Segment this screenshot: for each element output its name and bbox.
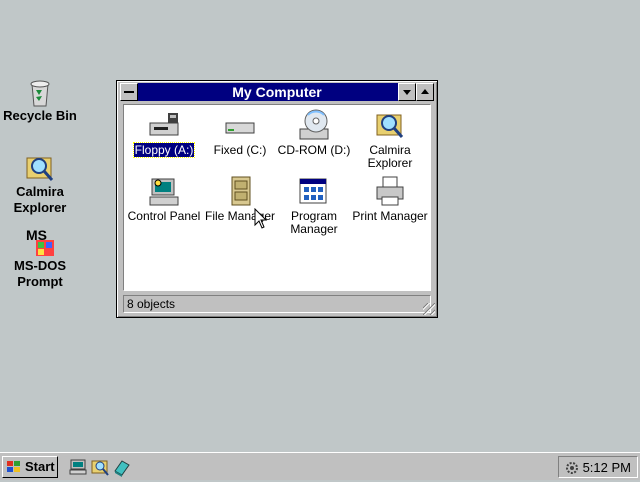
window-titlebar[interactable]: My Computer bbox=[120, 83, 434, 101]
item-label: Program Manager bbox=[290, 209, 338, 236]
my-computer-window[interactable]: My Computer Floppy (A:) Fixed (C:) CD-RO… bbox=[116, 80, 438, 318]
status-bar: 8 objects bbox=[123, 295, 431, 313]
desktop-icon-ms-dos-prompt[interactable]: MS MS-DOS Prompt bbox=[0, 226, 80, 290]
window-content[interactable]: Floppy (A:) Fixed (C:) CD-ROM (D:) Calmi… bbox=[123, 104, 431, 291]
print-manager-icon bbox=[374, 175, 406, 207]
item-program-manager[interactable]: Program Manager bbox=[274, 175, 354, 236]
system-tray: 5:12 PM bbox=[558, 456, 638, 478]
item-fixed-drive[interactable]: Fixed (C:) bbox=[200, 109, 280, 157]
recycle-bin-icon bbox=[24, 76, 56, 108]
item-print-manager[interactable]: Print Manager bbox=[350, 175, 430, 223]
item-control-panel[interactable]: Control Panel bbox=[124, 175, 204, 223]
control-panel-icon bbox=[148, 175, 180, 207]
item-label: Fixed (C:) bbox=[213, 143, 267, 157]
item-calmira-explorer[interactable]: Calmira Explorer bbox=[350, 109, 430, 170]
window-title: My Computer bbox=[232, 84, 322, 100]
hard-drive-icon bbox=[224, 109, 256, 141]
resize-grip[interactable] bbox=[423, 303, 435, 315]
windows-logo-icon bbox=[7, 461, 20, 472]
mouse-cursor-icon bbox=[254, 207, 268, 230]
calmira-explorer-icon bbox=[24, 152, 56, 184]
quicklaunch-help-icon[interactable] bbox=[112, 457, 132, 477]
item-label: CD-ROM (D:) bbox=[277, 143, 351, 157]
floppy-drive-icon bbox=[148, 109, 180, 141]
status-text: 8 objects bbox=[127, 297, 176, 311]
taskbar: Start 5:12 PM bbox=[0, 452, 640, 480]
calmira-explorer-icon bbox=[374, 109, 406, 141]
quicklaunch-explorer-icon[interactable] bbox=[90, 457, 110, 477]
tray-settings-icon[interactable] bbox=[564, 460, 580, 476]
item-floppy[interactable]: Floppy (A:) bbox=[124, 109, 204, 158]
minimize-button[interactable] bbox=[398, 83, 416, 101]
desktop-icon-calmira-explorer[interactable]: Calmira Explorer bbox=[0, 152, 80, 216]
quicklaunch-computer-icon[interactable] bbox=[68, 457, 88, 477]
clock[interactable]: 5:12 PM bbox=[583, 460, 631, 475]
file-manager-icon bbox=[224, 175, 256, 207]
item-label: Control Panel bbox=[127, 209, 201, 223]
item-cdrom[interactable]: CD-ROM (D:) bbox=[274, 109, 354, 157]
item-label: Calmira Explorer bbox=[367, 143, 413, 170]
start-label: Start bbox=[25, 459, 55, 474]
program-manager-icon bbox=[298, 175, 330, 207]
start-button[interactable]: Start bbox=[2, 456, 58, 478]
item-file-manager[interactable]: File Manager bbox=[200, 175, 280, 223]
desktop-icon-label: Calmira Explorer bbox=[13, 184, 67, 215]
ms-dos-prompt-icon: MS bbox=[24, 226, 56, 258]
desktop-icon-label: MS-DOS Prompt bbox=[14, 258, 66, 289]
desktop-icon-label: Recycle Bin bbox=[3, 108, 77, 123]
item-label: Print Manager bbox=[352, 209, 428, 223]
cdrom-drive-icon bbox=[298, 109, 330, 141]
desktop-icon-recycle-bin[interactable]: Recycle Bin bbox=[0, 76, 80, 124]
item-label: Floppy (A:) bbox=[132, 142, 196, 158]
maximize-button[interactable] bbox=[416, 83, 434, 101]
